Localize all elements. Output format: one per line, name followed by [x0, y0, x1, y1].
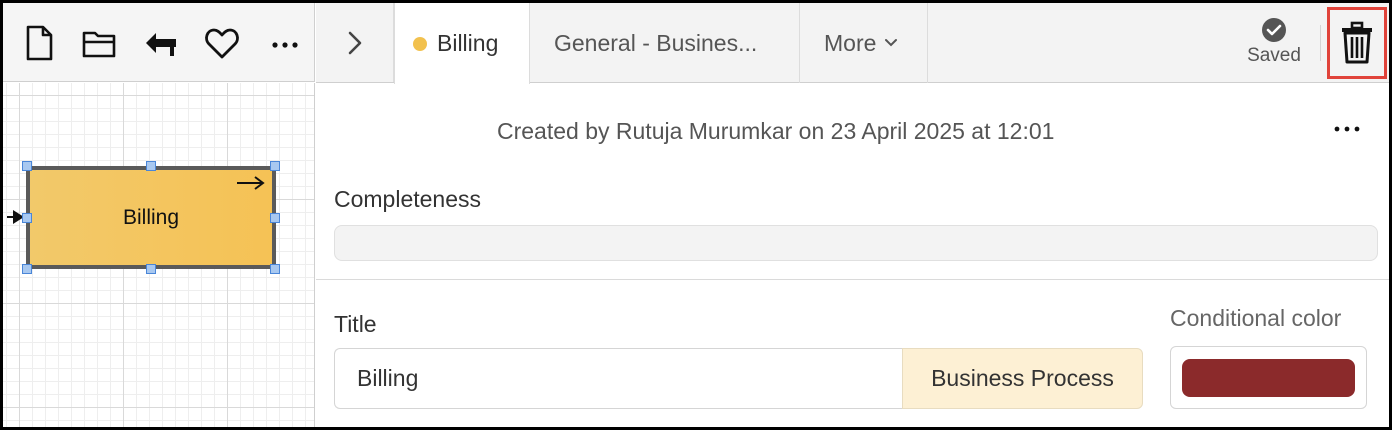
process-shape-billing[interactable]: Billing — [26, 166, 276, 269]
resize-handle-bottom-left[interactable] — [22, 264, 32, 274]
tab-bar: Billing General - Busines... More Saved — [316, 3, 1389, 84]
resize-handle-bottom-right[interactable] — [270, 264, 280, 274]
resize-handle-top[interactable] — [146, 161, 156, 171]
saved-label: Saved — [1247, 45, 1301, 66]
title-label: Title — [334, 311, 377, 337]
tab-label: Billing — [437, 30, 499, 56]
conditional-color-label: Conditional color — [1170, 305, 1342, 331]
title-input[interactable] — [334, 348, 902, 409]
expand-panel-button[interactable] — [316, 3, 394, 82]
shape-label: Billing — [122, 205, 180, 229]
new-document-icon[interactable] — [19, 23, 59, 63]
more-horizontal-icon[interactable] — [265, 23, 305, 63]
open-folder-icon[interactable] — [80, 23, 120, 63]
object-type-badge: Business Process — [902, 348, 1143, 409]
resize-handle-left[interactable] — [22, 213, 32, 223]
delete-button[interactable] — [1327, 7, 1387, 79]
trash-icon — [1342, 21, 1372, 64]
more-options-icon[interactable] — [1330, 112, 1364, 146]
created-info: Created by Rutuja Murumkar on 23 April 2… — [497, 118, 1055, 144]
diagram-canvas[interactable]: Billing — [3, 83, 315, 427]
tab-more[interactable]: More — [800, 3, 928, 83]
diagram-toolbar — [3, 3, 315, 82]
properties-panel: Created by Rutuja Murumkar on 23 April 2… — [316, 84, 1389, 427]
resize-handle-top-right[interactable] — [270, 161, 280, 171]
resize-handle-bottom[interactable] — [146, 264, 156, 274]
conditional-color-swatch — [1182, 358, 1355, 397]
resize-handle-right[interactable] — [270, 213, 280, 223]
completeness-label: Completeness — [334, 186, 482, 212]
toolbar-divider — [1320, 25, 1321, 61]
saved-status: Saved — [1234, 17, 1314, 73]
back-icon[interactable] — [141, 23, 181, 63]
section-divider — [316, 279, 1389, 280]
tab-billing[interactable]: Billing — [394, 3, 530, 84]
chevron-right-icon — [348, 31, 361, 54]
arrow-right-icon — [237, 176, 265, 190]
resize-handle-top-left[interactable] — [22, 161, 32, 171]
favorite-heart-icon[interactable] — [202, 23, 242, 63]
tab-label: General - Busines... — [554, 29, 758, 56]
chevron-down-icon — [885, 39, 898, 47]
check-circle-icon — [1262, 18, 1286, 42]
tab-general-business[interactable]: General - Busines... — [530, 3, 800, 83]
tab-label: More — [824, 29, 877, 56]
unsaved-dot-icon — [413, 36, 427, 51]
app-window: Billing Billing General - Busines... Mor… — [0, 0, 1392, 430]
completeness-progress-bar — [334, 225, 1378, 261]
conditional-color-picker[interactable] — [1170, 346, 1367, 409]
